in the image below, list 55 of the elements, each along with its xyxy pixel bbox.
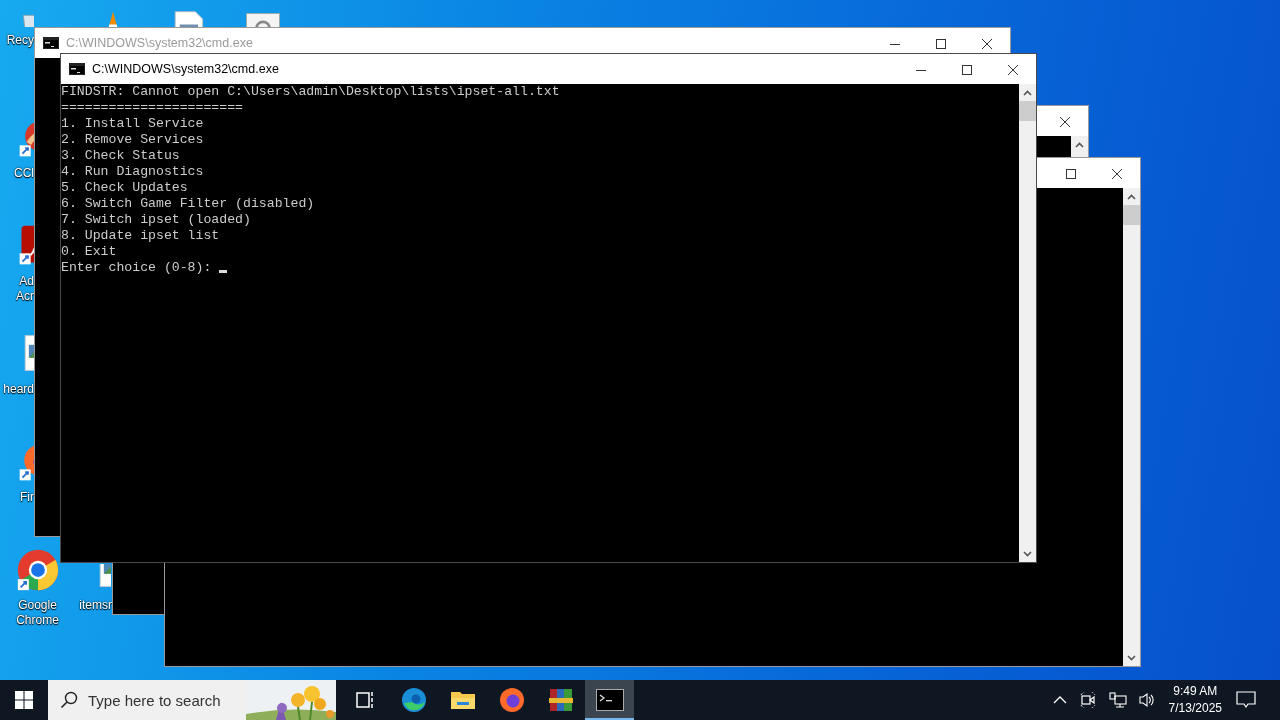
chevron-up-icon	[1127, 193, 1136, 200]
search-field[interactable]: Type here to search	[88, 691, 238, 709]
chevron-up-icon	[1023, 89, 1032, 96]
terminal-taskbar-button[interactable]	[585, 680, 634, 720]
console-line: 4. Run Diagnostics	[61, 164, 205, 180]
maximize-icon	[1066, 169, 1076, 179]
desktop-icon-label[interactable]: CCl	[0, 166, 34, 181]
chevron-down-icon	[1127, 654, 1136, 661]
console-line: 5. Check Updates	[61, 180, 189, 196]
desktop-icon-label[interactable]: Fir	[0, 490, 34, 505]
search-icon	[60, 691, 78, 709]
volume-icon[interactable]	[1138, 692, 1157, 708]
camera-icon[interactable]	[1078, 692, 1097, 708]
console-line: 0. Exit	[61, 244, 118, 260]
console-line: 1. Install Service	[61, 116, 205, 132]
console-prompt: Enter choice (0-8):	[61, 260, 212, 276]
clock-date[interactable]: 7/13/2025	[1168, 700, 1222, 717]
network-icon[interactable]	[1108, 692, 1127, 708]
desktop-icon-label[interactable]: Google Chrome	[0, 598, 75, 628]
clock-time[interactable]: 9:49 AM	[1173, 683, 1218, 700]
scrollbar[interactable]	[1123, 188, 1140, 666]
desktop-icon-label[interactable]: heard	[0, 382, 34, 397]
close-icon	[1008, 65, 1018, 75]
notification-icon[interactable]	[1236, 691, 1256, 709]
close-icon	[1060, 117, 1070, 127]
chevron-up-icon	[1075, 141, 1084, 148]
desktop-icon-label[interactable]: Recy	[0, 33, 34, 48]
console-line: 2. Remove Services	[61, 132, 205, 148]
terminal-icon	[69, 63, 85, 75]
console-line: 6. Switch Game Filter (disabled)	[61, 196, 316, 212]
window-title: C:\WINDOWS\system32\cmd.exe	[92, 61, 279, 78]
edge-icon	[400, 687, 427, 713]
window-title: C:\WINDOWS\system32\cmd.exe	[66, 35, 253, 52]
firefox-icon	[498, 687, 525, 713]
maximize-icon	[962, 65, 972, 75]
console-line: FINDSTR: Cannot open C:\Users\admin\Desktop\lists\ipset-all.txt	[61, 84, 561, 100]
terminal-icon	[43, 37, 59, 49]
scrollbar[interactable]	[1019, 84, 1036, 562]
console-line: 8. Update ipset list	[61, 228, 221, 244]
console-line: =======================	[61, 100, 245, 116]
maximize-icon	[936, 39, 946, 49]
scroll-thumb[interactable]	[1019, 101, 1036, 121]
console-line: 7. Switch ipset (loaded)	[61, 212, 252, 228]
close-icon	[1112, 169, 1122, 179]
chevron-up-icon[interactable]	[1052, 695, 1067, 705]
console-line: 3. Check Status	[61, 148, 181, 164]
desktop-icon-label[interactable]: itemsr	[75, 598, 112, 613]
books-icon	[547, 687, 574, 713]
close-icon	[982, 39, 992, 49]
chevron-down-icon	[1023, 550, 1032, 557]
desktop-icon-label[interactable]: Ad Acr	[0, 274, 34, 304]
chrome-icon[interactable]	[16, 548, 60, 592]
terminal-icon	[595, 689, 624, 711]
scroll-thumb[interactable]	[1123, 205, 1140, 225]
start-icon	[15, 691, 33, 709]
